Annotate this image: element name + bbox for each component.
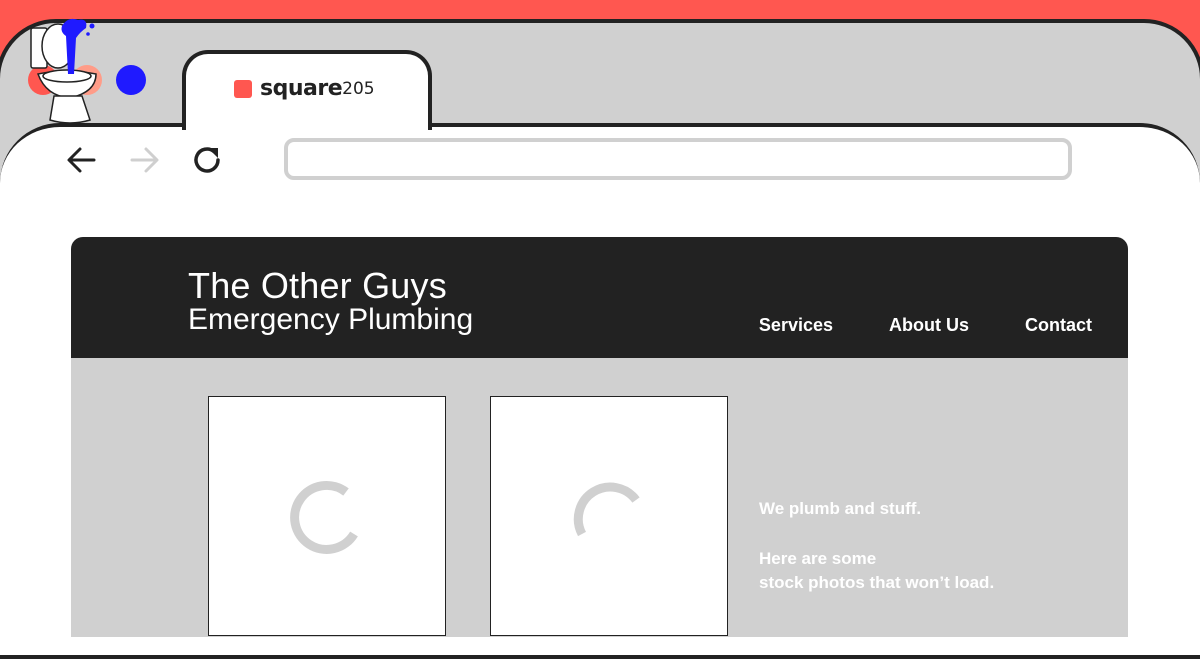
- toilet-logo-icon: [30, 18, 97, 124]
- tagline: We plumb and stuff.: [759, 499, 922, 518]
- maximize-dot[interactable]: [116, 65, 146, 95]
- loading-spinner-icon: [290, 481, 358, 554]
- copy-line-1: Here are some: [759, 549, 877, 568]
- stock-photo-2: [490, 396, 728, 636]
- nav-services[interactable]: Services: [759, 315, 833, 336]
- logo-text: square: [260, 76, 343, 101]
- tab-logo: square 205: [234, 76, 375, 101]
- browser-tab[interactable]: square 205: [182, 50, 432, 130]
- logo-number: 205: [342, 78, 375, 99]
- arrow-left-icon[interactable]: [64, 142, 100, 178]
- website-viewport: The Other Guys Emergency Plumbing Servic…: [71, 237, 1128, 637]
- loading-spinner-icon: [573, 482, 640, 537]
- arrow-right-icon[interactable]: [126, 142, 162, 178]
- nav-about-us[interactable]: About Us: [889, 315, 969, 336]
- copy-line-2: stock photos that won’t load.: [759, 573, 995, 592]
- site-subtitle: Emergency Plumbing: [188, 303, 474, 336]
- reload-icon[interactable]: [189, 142, 225, 178]
- nav-contact[interactable]: Contact: [1025, 315, 1092, 336]
- logo-square-icon: [234, 79, 252, 98]
- site-header: The Other Guys Emergency Plumbing Servic…: [71, 237, 1128, 358]
- address-bar[interactable]: [284, 138, 1072, 180]
- site-title: The Other Guys: [188, 265, 447, 306]
- site-nav: Services About Us Contact: [759, 315, 1092, 336]
- stock-photo-1: [208, 396, 446, 636]
